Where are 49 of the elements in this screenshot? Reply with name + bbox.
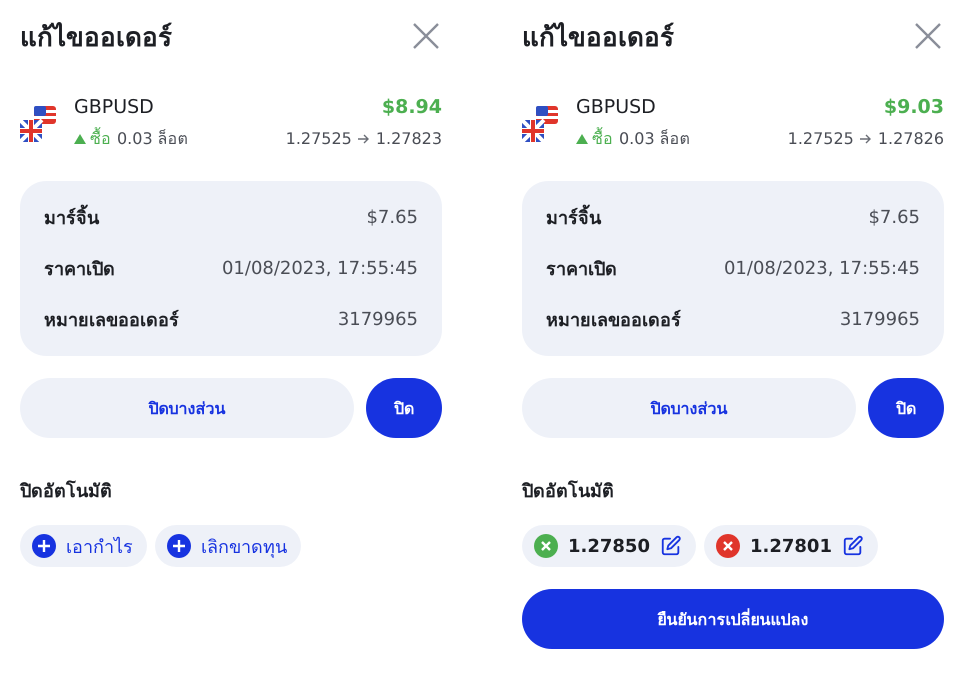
price-level-chip[interactable]: 1.27850 bbox=[522, 525, 696, 567]
detail-value: $7.65 bbox=[366, 207, 418, 228]
detail-label: มาร์จิ้น bbox=[546, 203, 601, 232]
currency-flags-icon bbox=[522, 104, 558, 144]
arrow-right-icon bbox=[358, 134, 370, 144]
edit-icon bbox=[842, 535, 864, 557]
close-icon bbox=[412, 22, 440, 50]
detail-value: 01/08/2023, 17:55:45 bbox=[222, 258, 418, 279]
plus-icon bbox=[32, 534, 56, 558]
edit-icon bbox=[660, 535, 682, 557]
order-volume: 0.03 ล็อต bbox=[619, 128, 690, 150]
price-level-chip[interactable]: 1.27801 bbox=[704, 525, 878, 567]
detail-value: 3179965 bbox=[338, 309, 418, 330]
currency-flags-icon bbox=[20, 104, 56, 144]
detail-label: หมายเลขออเดอร์ bbox=[44, 308, 179, 333]
confirm-button[interactable]: ยืนยันการเปลี่ยนแปลง bbox=[522, 589, 944, 649]
profit-value: $8.94 bbox=[382, 96, 442, 118]
plus-icon bbox=[167, 534, 191, 558]
section-label: ปิดอัตโนมัติ bbox=[20, 479, 113, 504]
detail-value: 3179965 bbox=[840, 309, 920, 330]
dialog-title: แก้ไขออเดอร์ bbox=[20, 21, 172, 54]
symbol-name: GBPUSD bbox=[576, 96, 656, 118]
close-icon bbox=[914, 22, 942, 50]
order-side: ซื้อ bbox=[74, 126, 111, 151]
partial-close-button[interactable]: ปิดบางส่วน bbox=[20, 378, 354, 438]
detail-label: ราคาเปิด bbox=[44, 258, 115, 282]
profit-value: $9.03 bbox=[884, 96, 944, 118]
open-price: 1.27525 bbox=[286, 129, 352, 148]
detail-label: หมายเลขออเดอร์ bbox=[546, 308, 681, 333]
order-volume: 0.03 ล็อต bbox=[117, 128, 188, 150]
symbol-name: GBPUSD bbox=[74, 96, 154, 118]
dialog-title: แก้ไขออเดอร์ bbox=[522, 21, 674, 54]
section-label: ปิดอัตโนมัติ bbox=[522, 479, 615, 504]
detail-label: ราคาเปิด bbox=[546, 258, 617, 282]
partial-close-button[interactable]: ปิดบางส่วน bbox=[522, 378, 856, 438]
close-order-button[interactable]: ปิด bbox=[868, 378, 944, 438]
arrow-right-icon bbox=[860, 134, 872, 144]
current-price: 1.27823 bbox=[376, 129, 442, 148]
order-side: ซื้อ bbox=[576, 126, 613, 151]
add-chip[interactable]: เอากำไร bbox=[20, 525, 147, 567]
triangle-up-icon bbox=[74, 134, 86, 144]
open-price: 1.27525 bbox=[788, 129, 854, 148]
current-price: 1.27826 bbox=[878, 129, 944, 148]
close-order-button[interactable]: ปิด bbox=[366, 378, 442, 438]
detail-value: $7.65 bbox=[868, 207, 920, 228]
detail-label: มาร์จิ้น bbox=[44, 203, 99, 232]
triangle-up-icon bbox=[576, 134, 588, 144]
detail-value: 01/08/2023, 17:55:45 bbox=[724, 258, 920, 279]
add-chip[interactable]: เลิกขาดทุน bbox=[155, 525, 301, 567]
